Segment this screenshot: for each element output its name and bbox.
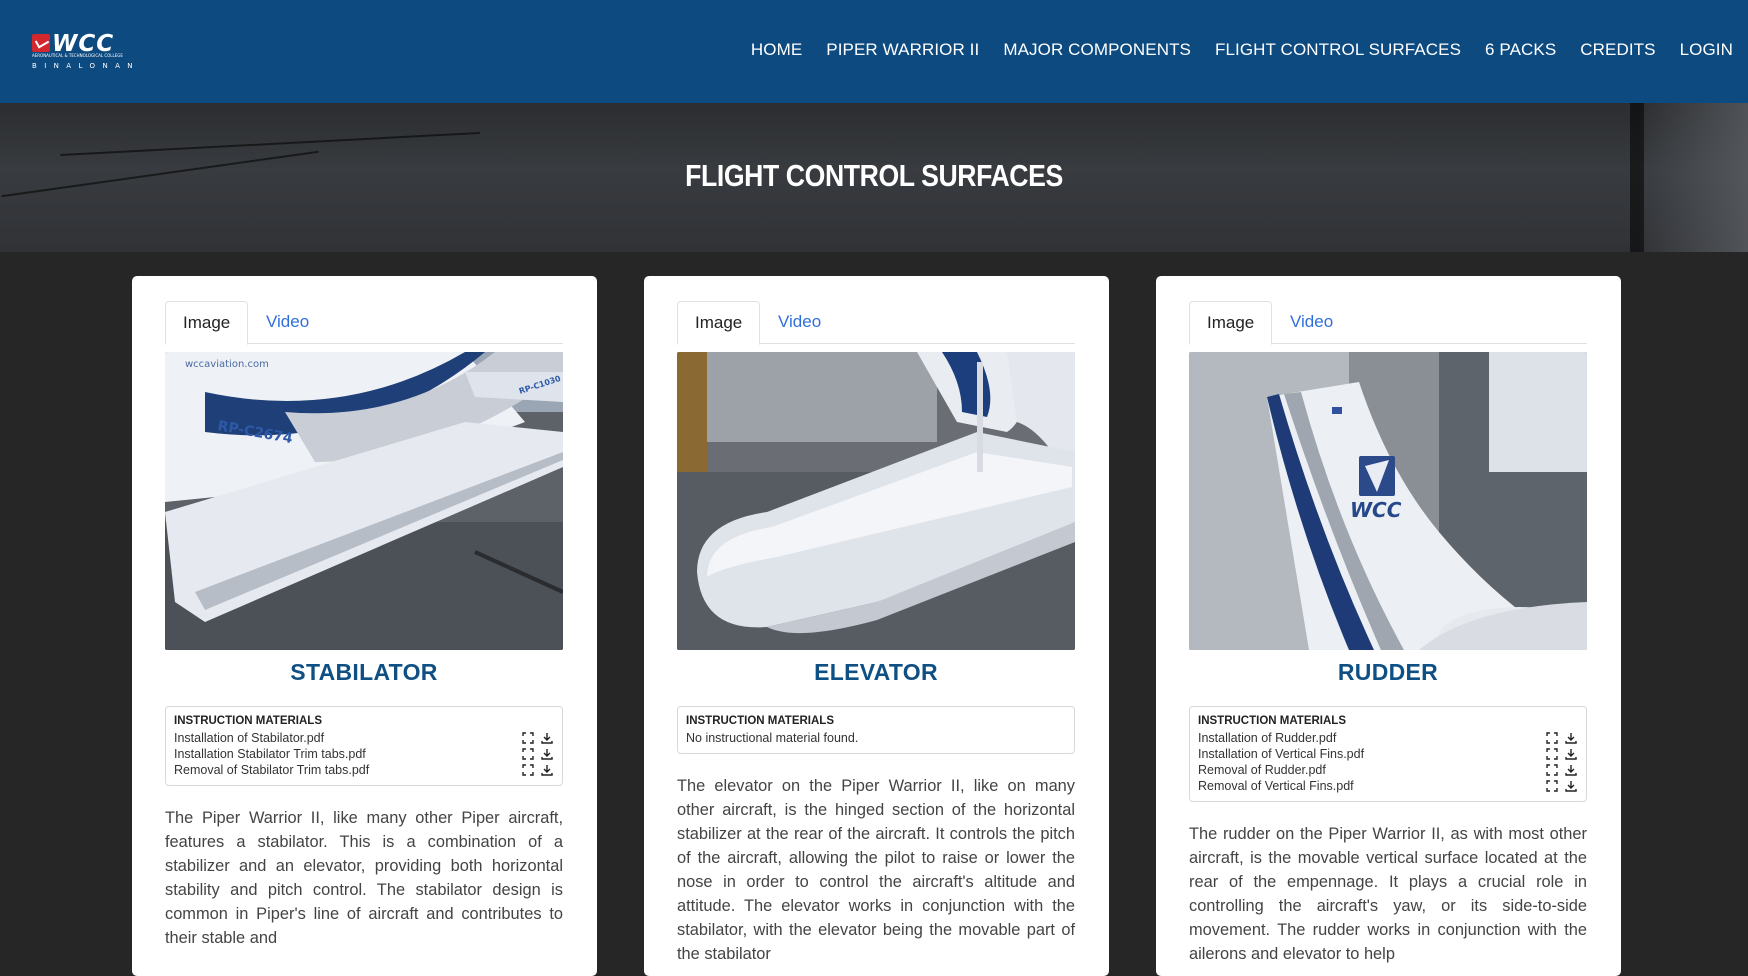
tab-video[interactable]: Video [761,301,838,344]
card-description: The elevator on the Piper Warrior II, li… [677,777,1075,963]
expand-icon[interactable] [522,732,534,744]
nav-login[interactable]: LOGIN [1680,40,1733,60]
instruction-materials: INSTRUCTION MATERIALS No instructional m… [677,706,1075,754]
wcc-emblem-icon [32,34,50,52]
material-filename: Removal of Stabilator Trim tabs.pdf [174,763,370,777]
stabilator-photo-image: RP-C2674 RP-C1030 wccaviation.com [165,352,563,650]
main-nav: HOME PIPER WARRIOR II MAJOR COMPONENTS F… [727,40,1733,60]
media-tabs: Image Video [165,301,563,345]
media-tabs: Image Video [1189,301,1587,345]
nav-home[interactable]: HOME [751,40,802,60]
expand-icon[interactable] [1546,748,1558,760]
material-item: Removal of Stabilator Trim tabs.pdf [174,762,554,778]
material-item: Installation of Stabilator.pdf [174,730,554,746]
instruction-materials: INSTRUCTION MATERIALS Installation of Ru… [1189,706,1587,802]
card-description: The Piper Warrior II, like many other Pi… [165,809,563,947]
material-item: Installation Stabilator Trim tabs.pdf [174,746,554,762]
download-icon[interactable] [1565,748,1577,760]
hero-texture [1638,103,1748,252]
tab-video[interactable]: Video [249,301,326,344]
tab-image[interactable]: Image [165,301,249,345]
download-icon[interactable] [541,764,553,776]
material-filename: Installation of Vertical Fins.pdf [1198,747,1365,761]
nav-flight-control-surfaces[interactable]: FLIGHT CONTROL SURFACES [1215,40,1461,60]
card-description: The rudder on the Piper Warrior II, as w… [1189,825,1587,963]
material-filename: Removal of Vertical Fins.pdf [1198,779,1354,793]
material-item: Installation of Rudder.pdf [1198,730,1578,746]
expand-icon[interactable] [522,764,534,776]
card-elevator: Image Video ELEVATOR INSTRUCTION MATERIA… [644,276,1109,976]
tab-image[interactable]: Image [1189,301,1273,345]
card-rudder: Image Video WCC RUDDER INSTRUCTION MATER… [1156,276,1621,976]
materials-heading: INSTRUCTION MATERIALS [686,715,835,727]
material-filename: Installation Stabilator Trim tabs.pdf [174,747,366,761]
hero-texture [60,132,480,156]
material-filename: Removal of Rudder.pdf [1198,763,1326,777]
instruction-materials: INSTRUCTION MATERIALS Installation of St… [165,706,563,786]
card-title: ELEVATOR [814,659,938,685]
download-icon[interactable] [1565,764,1577,776]
material-filename: Installation of Stabilator.pdf [174,731,325,745]
material-item: Removal of Rudder.pdf [1198,762,1578,778]
aircraft-watermark: wccaviation.com [185,359,269,370]
expand-icon[interactable] [1546,732,1558,744]
nav-major-components[interactable]: MAJOR COMPONENTS [1003,40,1191,60]
brand-city: BINALONAN [32,62,140,70]
stabilator-photo: RP-C2674 RP-C1030 wccaviation.com [165,352,563,650]
download-icon[interactable] [541,748,553,760]
download-icon[interactable] [541,732,553,744]
page-title: FLIGHT CONTROL SURFACES [685,158,1063,193]
tab-image[interactable]: Image [677,301,761,345]
wcc-logo[interactable]: WCC AERONAUTICAL & TECHNOLOGICAL COLLEGE… [32,31,140,72]
elevator-photo-image [677,352,1075,650]
brand-tagline: AERONAUTICAL & TECHNOLOGICAL COLLEGE [32,53,123,58]
nav-piper-warrior-ii[interactable]: PIPER WARRIOR II [826,40,979,60]
download-icon[interactable] [1565,732,1577,744]
card-title: RUDDER [1337,659,1439,685]
media-tabs: Image Video [677,301,1075,345]
hero-banner: FLIGHT CONTROL SURFACES [0,103,1748,252]
download-icon[interactable] [1565,780,1577,792]
materials-heading: INSTRUCTION MATERIALS [174,715,323,727]
card-title: STABILATOR [290,659,438,685]
material-filename: Installation of Rudder.pdf [1198,731,1337,745]
nav-credits[interactable]: CREDITS [1580,40,1655,60]
rudder-photo-image: WCC [1189,352,1587,650]
materials-heading: INSTRUCTION MATERIALS [1198,715,1347,727]
expand-icon[interactable] [1546,764,1558,776]
material-item: Installation of Vertical Fins.pdf [1198,746,1578,762]
material-item: Removal of Vertical Fins.pdf [1198,778,1578,794]
card-stabilator: Image Video RP-C2674 RP-C1030 wccaviatio… [132,276,597,976]
no-materials-message: No instructional material found. [686,731,859,745]
rudder-logo: WCC [1350,498,1402,522]
expand-icon[interactable] [522,748,534,760]
expand-icon[interactable] [1546,780,1558,792]
rudder-photo: WCC [1189,352,1587,650]
elevator-photo [677,352,1075,650]
top-navbar: WCC AERONAUTICAL & TECHNOLOGICAL COLLEGE… [0,0,1748,103]
nav-6-packs[interactable]: 6 PACKS [1485,40,1556,60]
tab-video[interactable]: Video [1273,301,1350,344]
